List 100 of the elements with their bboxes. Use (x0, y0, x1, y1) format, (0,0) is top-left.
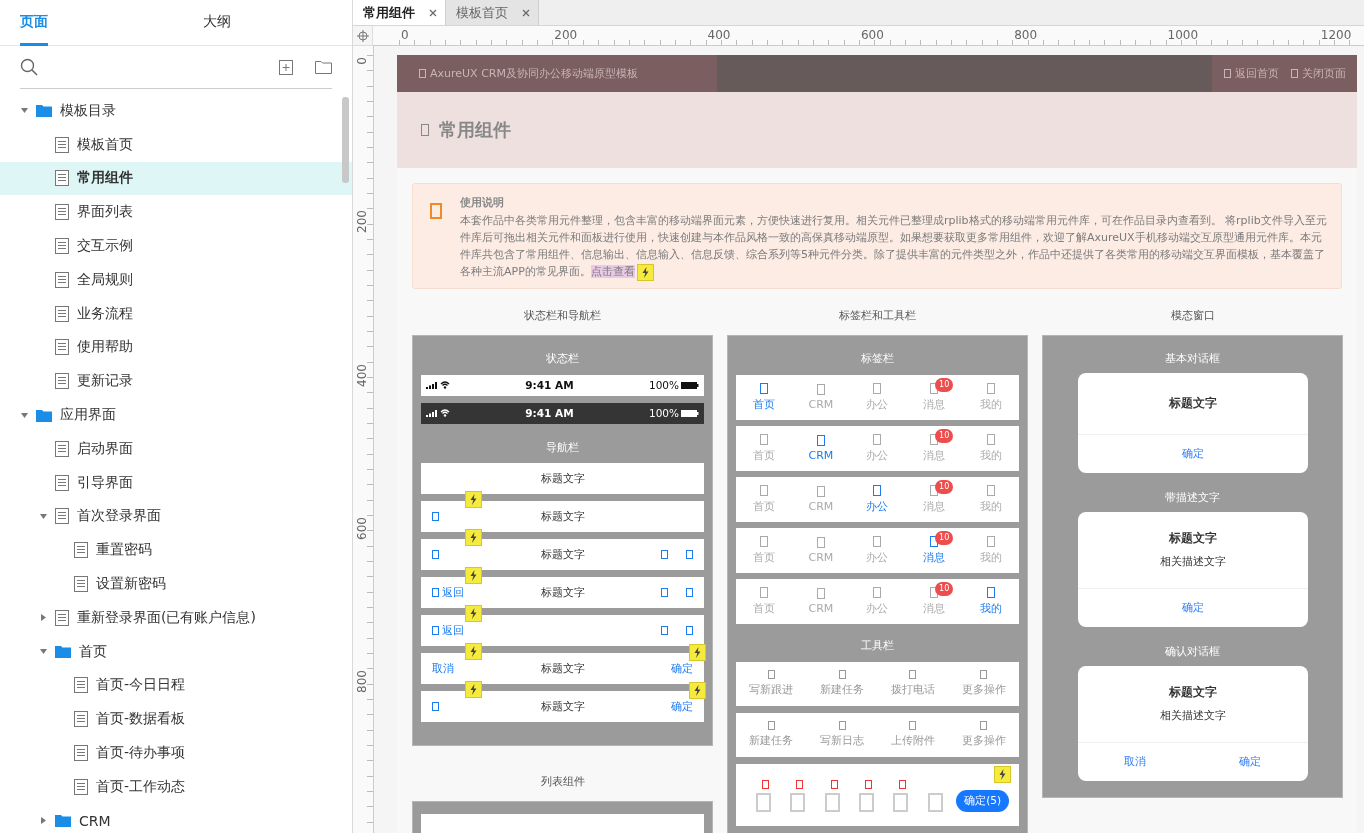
tab-bar-item[interactable]: 首页 (736, 425, 793, 471)
tab-bar-item[interactable]: 首页 (736, 578, 793, 624)
lightning-icon[interactable] (994, 765, 1011, 783)
search-icon[interactable] (20, 58, 38, 76)
dialog-button[interactable]: 确定 (1077, 434, 1308, 473)
lightning-icon[interactable] (636, 263, 654, 281)
toolbar-item[interactable]: 写新日志 (806, 712, 878, 757)
lightning-icon[interactable] (465, 528, 482, 546)
tree-item[interactable]: 模板首页 (0, 127, 352, 162)
tab-bar-item[interactable]: 首页 (736, 527, 793, 573)
caret-icon[interactable] (39, 511, 48, 521)
lightning-icon[interactable] (465, 604, 482, 622)
tree-item[interactable]: 重置密码 (0, 533, 352, 568)
tree-item[interactable]: 启动界面 (0, 431, 352, 466)
tab-bar-item[interactable]: 我的 (962, 527, 1019, 573)
tab-bar-item[interactable]: CRM (792, 425, 850, 471)
tab-bar-item[interactable]: 办公 (849, 527, 906, 573)
tree-item[interactable]: 设置新密码 (0, 567, 352, 601)
tree-item[interactable]: 模板目录 (0, 94, 352, 128)
tab-bar-item[interactable]: 我的 (962, 578, 1019, 624)
tab-bar-item[interactable]: 办公 (849, 476, 906, 522)
toolbar-item[interactable]: 更多操作 (948, 712, 1019, 757)
tab-bar-item[interactable]: 消息 10 (905, 527, 963, 573)
tab-bar-item[interactable]: 消息 10 (905, 476, 963, 522)
tab-bar-item[interactable]: 我的 (962, 425, 1019, 471)
add-folder-icon[interactable] (315, 60, 332, 74)
tree-item[interactable]: 更新记录 (0, 364, 352, 399)
caret-icon[interactable] (39, 647, 48, 657)
dialog-button[interactable]: 确定 (1077, 588, 1308, 627)
add-page-icon[interactable] (279, 59, 293, 75)
dialog-button[interactable]: 取消 (1077, 742, 1193, 781)
crosshair-icon[interactable] (356, 29, 369, 42)
document-tab[interactable]: 模板首页 (446, 0, 539, 25)
tree-item[interactable]: 引导界面 (0, 465, 352, 500)
tree-item[interactable]: 使用帮助 (0, 330, 352, 365)
tab-bar-item[interactable]: 消息 10 (905, 374, 963, 420)
nav-button[interactable]: 确定 (671, 660, 693, 676)
lightning-icon[interactable] (689, 643, 706, 661)
tree-item[interactable]: 业务流程 (0, 296, 352, 331)
square-icon (432, 511, 439, 521)
caret-icon[interactable] (20, 106, 29, 116)
toolbar-item[interactable]: 新建任务 (806, 661, 878, 706)
tab-bar-item[interactable]: 消息 10 (905, 578, 963, 624)
panel-tab[interactable]: 页面 (20, 0, 48, 46)
group-label: 基本对话框 (1164, 351, 1221, 366)
nav-button[interactable]: 确定 (671, 698, 693, 714)
panel-tab[interactable]: 大纲 (203, 0, 231, 46)
toolbar-item[interactable]: 新建任务 (736, 712, 807, 757)
lightning-icon[interactable] (465, 566, 482, 584)
tree-item[interactable]: 首次登录界面 (0, 499, 352, 534)
tab-bar-item[interactable]: 我的 (962, 374, 1019, 420)
tree-item[interactable]: 首页-待办事项 (0, 736, 352, 770)
tree-item[interactable]: 重新登录界面(已有账户信息) (0, 600, 352, 635)
tab-bar-item[interactable]: 首页 (736, 374, 793, 420)
nav-button[interactable]: 取消 (432, 660, 454, 676)
tree-item[interactable]: 首页-数据看板 (0, 702, 352, 737)
caret-icon[interactable] (39, 816, 48, 826)
toolbar-item[interactable]: 上传附件 (877, 712, 949, 757)
tree-item[interactable]: 首页-今日日程 (0, 668, 352, 703)
tree-item[interactable]: 常用组件 (0, 161, 352, 196)
tree-item[interactable]: 界面列表 (0, 195, 352, 230)
scrollbar-thumb[interactable] (342, 97, 349, 183)
lightning-icon[interactable] (465, 490, 482, 508)
page-icon (55, 508, 69, 525)
tab-bar-item[interactable]: 消息 10 (905, 425, 963, 471)
tab-bar-item[interactable]: 办公 (849, 374, 906, 420)
tab-bar-item[interactable]: 我的 (962, 476, 1019, 522)
tab-bar-item[interactable]: 首页 (736, 476, 793, 522)
caret-icon[interactable] (20, 410, 29, 420)
back-button[interactable]: 返回 (432, 622, 464, 638)
close-icon[interactable] (429, 8, 437, 17)
document-tab[interactable]: 常用组件 (353, 0, 446, 25)
header-link[interactable]: 关闭页面 (1291, 66, 1346, 81)
tab-bar-item[interactable]: CRM (792, 578, 850, 624)
tree-item[interactable]: 交互示例 (0, 229, 352, 263)
tree-item[interactable]: 应用界面 (0, 398, 352, 432)
view-link[interactable]: 点击查看 (590, 265, 635, 278)
tree-item[interactable]: CRM (0, 803, 352, 833)
tab-bar-item[interactable]: CRM (792, 476, 850, 522)
close-icon[interactable] (522, 8, 530, 17)
toolbar-item[interactable]: 更多操作 (948, 661, 1019, 706)
dialog-button[interactable]: 确定 (1192, 742, 1308, 781)
header-link[interactable]: 返回首页 (1224, 66, 1279, 81)
tree-item[interactable]: 全局规则 (0, 263, 352, 297)
lightning-icon[interactable] (465, 680, 482, 698)
confirm-button[interactable]: 确定(5) (956, 789, 1010, 812)
toolbar-item[interactable]: 拨打电话 (877, 661, 949, 706)
group-label: 导航栏 (545, 440, 580, 455)
lightning-icon[interactable] (689, 681, 706, 699)
tree-item[interactable]: 首页 (0, 634, 352, 669)
tab-bar-item[interactable]: 办公 (849, 578, 906, 624)
toolbar-item[interactable]: 写新跟进 (736, 661, 807, 706)
caret-icon[interactable] (39, 613, 48, 623)
tab-bar-item[interactable]: CRM (792, 527, 850, 573)
lightning-icon[interactable] (465, 642, 482, 660)
tree-item[interactable]: 首页-工作动态 (0, 769, 352, 804)
back-button[interactable]: 返回 (432, 584, 464, 600)
page-heading: 常用组件 (439, 118, 511, 142)
tab-bar-item[interactable]: CRM (792, 374, 850, 420)
tab-bar-item[interactable]: 办公 (849, 425, 906, 471)
